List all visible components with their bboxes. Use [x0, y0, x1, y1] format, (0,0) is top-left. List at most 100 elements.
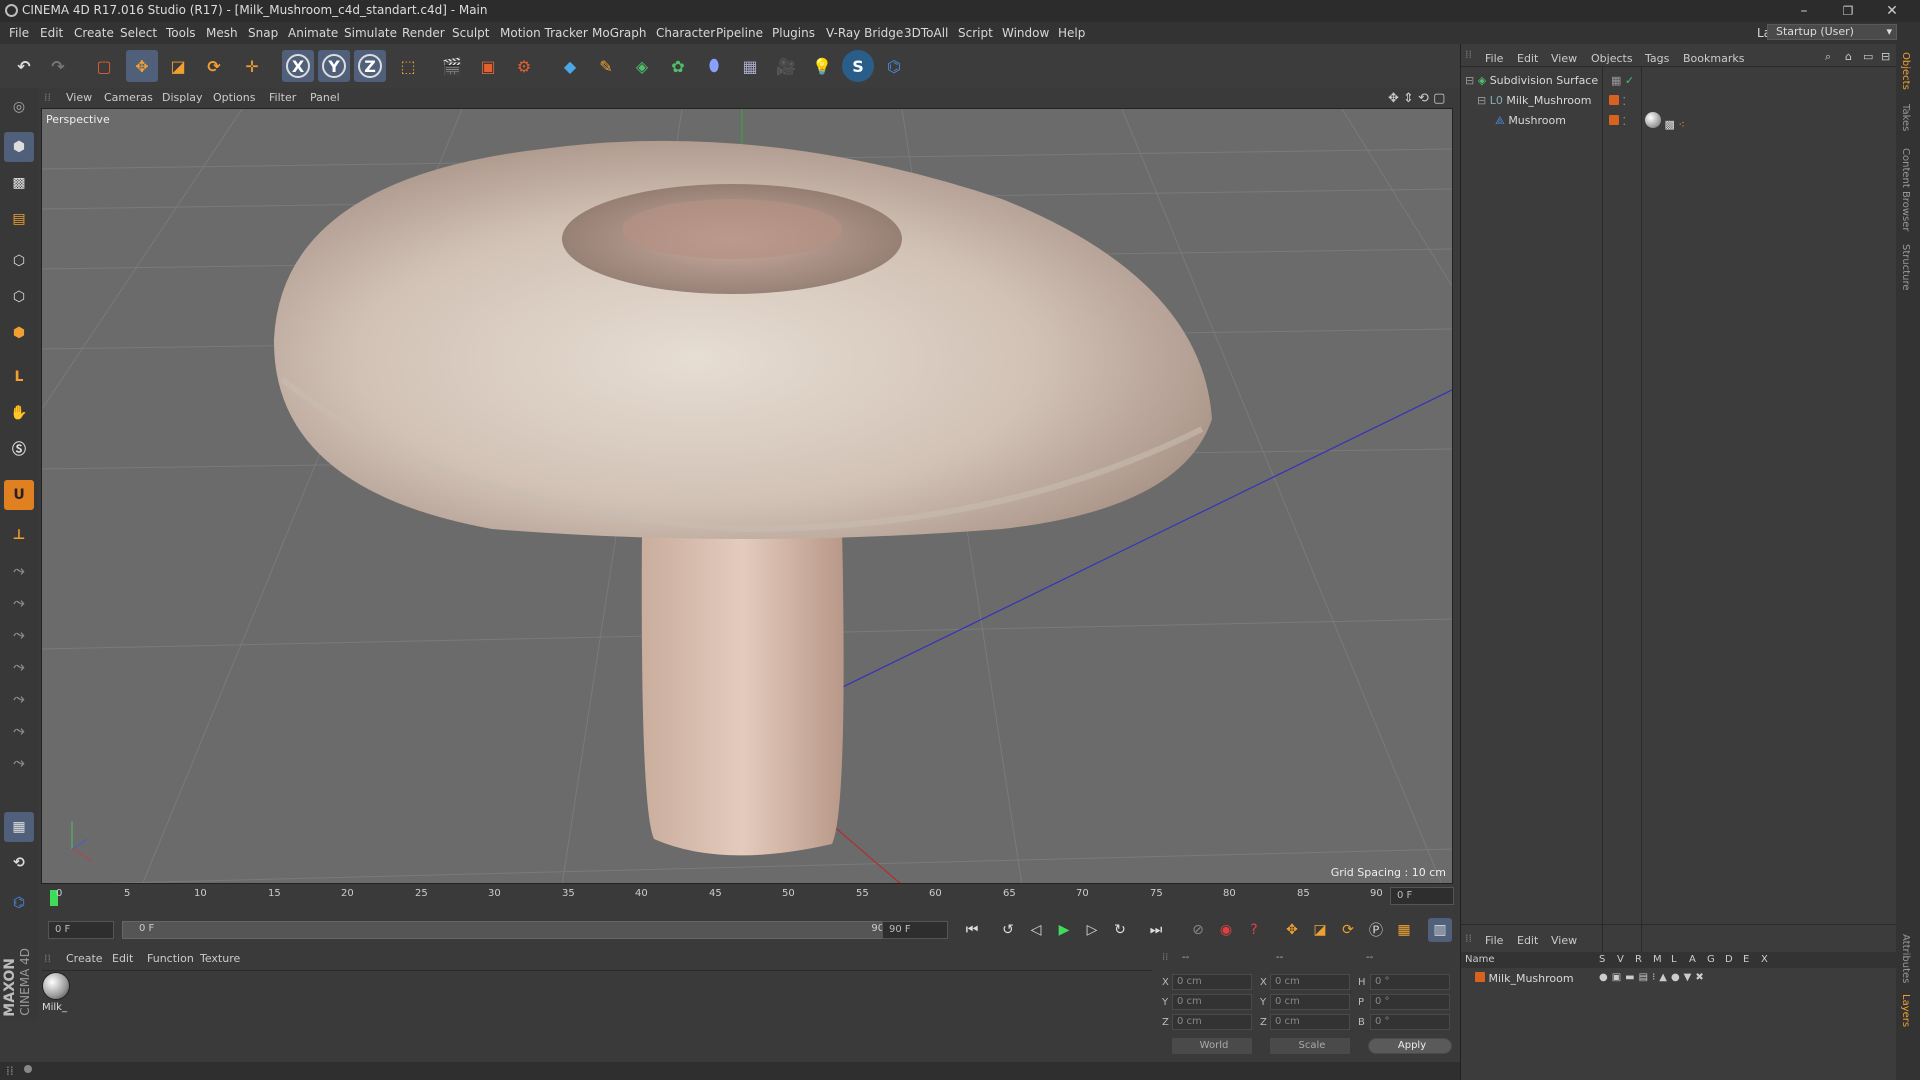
menu-sculpt[interactable]: Sculpt	[452, 26, 489, 40]
minimize-button[interactable]: –	[1782, 0, 1826, 22]
expand-icon[interactable]: ▭	[1863, 50, 1873, 63]
tab-attributes[interactable]: Attributes	[1900, 934, 1911, 983]
layout-dropdown[interactable]: Startup (User) ▾	[1767, 24, 1897, 40]
material-menu-texture[interactable]: Texture	[200, 952, 240, 965]
previous-frame-icon[interactable]: ◁	[1024, 918, 1048, 942]
menu-vray-bridge[interactable]: V-Ray Bridge	[826, 26, 903, 40]
rot-b-field[interactable]: 0 °	[1370, 1014, 1450, 1030]
home-icon[interactable]: ⌂	[1845, 50, 1852, 63]
viewport-menu-cameras[interactable]: Cameras	[104, 91, 153, 104]
rotate-tool-icon[interactable]: ⟳	[198, 50, 230, 82]
key-scale-icon[interactable]: ◪	[1308, 918, 1332, 942]
make-editable-icon[interactable]: ◎	[4, 92, 34, 122]
sculpt-tool-4-icon[interactable]: ⤳	[4, 652, 34, 682]
viewport-nav-icons[interactable]: ✥ ⇕ ⟲ ▢	[1388, 91, 1445, 106]
menu-render[interactable]: Render	[402, 26, 445, 40]
size-z-field[interactable]: 0 cm	[1270, 1014, 1350, 1030]
rot-p-field[interactable]: 0 °	[1370, 994, 1450, 1010]
menu-file[interactable]: File	[9, 26, 29, 40]
deformer-icon[interactable]: ⬮	[698, 50, 730, 82]
material-menu-edit[interactable]: Edit	[112, 952, 133, 965]
pos-y-field[interactable]: 0 cm	[1172, 994, 1252, 1010]
size-y-field[interactable]: 0 cm	[1270, 994, 1350, 1010]
vray-icon[interactable]: S	[842, 50, 874, 82]
rot-h-field[interactable]: 0 °	[1370, 974, 1450, 990]
menu-create[interactable]: Create	[74, 26, 114, 40]
transform-tool-icon[interactable]: ✛	[236, 50, 268, 82]
light-icon[interactable]: 💡	[806, 50, 838, 82]
material-tag-icon[interactable]	[1645, 112, 1661, 128]
object-layer-tag[interactable]: ⁚	[1609, 95, 1626, 108]
points-mode-icon[interactable]: ⬡	[4, 246, 34, 276]
menu-plugins[interactable]: Plugins	[772, 26, 815, 40]
pos-x-field[interactable]: 0 cm	[1172, 974, 1252, 990]
magnet-icon[interactable]: U	[4, 480, 34, 510]
apply-button[interactable]: Apply	[1368, 1038, 1452, 1054]
edges-mode-icon[interactable]: ⬡	[4, 282, 34, 312]
tab-content-browser[interactable]: Content Browser	[1900, 148, 1911, 231]
menu-tools[interactable]: Tools	[166, 26, 196, 40]
menu-select[interactable]: Select	[120, 26, 157, 40]
coordinate-system-icon[interactable]: ⬚	[392, 50, 424, 82]
menu-help[interactable]: Help	[1058, 26, 1085, 40]
key-pla-icon[interactable]: ▦	[1392, 918, 1416, 942]
om-menu-bookmarks[interactable]: Bookmarks	[1683, 52, 1744, 65]
record-keys-icon[interactable]: ⊘	[1186, 918, 1210, 942]
live-selection-icon[interactable]: ▢	[88, 50, 120, 82]
sculpt-tool-5-icon[interactable]: ⤳	[4, 684, 34, 714]
object-tags[interactable]: ▩ ⁖	[1645, 112, 1685, 131]
keyframe-selection-icon[interactable]: ?	[1242, 918, 1266, 942]
viewport-menu-options[interactable]: Options	[213, 91, 255, 104]
material-menu-create[interactable]: Create	[66, 952, 103, 965]
cube-primitive-icon[interactable]: ◆	[554, 50, 586, 82]
next-frame-icon[interactable]: ▷	[1080, 918, 1104, 942]
play-icon[interactable]: ▶	[1052, 918, 1076, 942]
object-row-mushroom[interactable]: ⟁ Mushroom	[1495, 114, 1566, 128]
perspective-viewport[interactable]: Perspective Grid Spacing : 10 cm	[41, 108, 1453, 884]
close-button[interactable]: ✕	[1870, 0, 1914, 22]
lm-menu-edit[interactable]: Edit	[1517, 934, 1538, 947]
render-picture-viewer-icon[interactable]: ▣	[472, 50, 504, 82]
sculpt-tool-1-icon[interactable]: ⤳	[4, 556, 34, 586]
object-row-milk-mushroom[interactable]: ⊟ L0 Milk_Mushroom	[1477, 94, 1591, 107]
lm-menu-view[interactable]: View	[1551, 934, 1577, 947]
sculpt-tool-3-icon[interactable]: ⤳	[4, 620, 34, 650]
restore-button[interactable]: ❐	[1826, 0, 1870, 22]
key-param-icon[interactable]: Ⓟ	[1364, 918, 1388, 942]
frame-range-slider[interactable]: 0 F 90 F	[122, 921, 910, 939]
om-menu-view[interactable]: View	[1551, 52, 1577, 65]
om-menu-objects[interactable]: Objects	[1591, 52, 1633, 65]
grid-lock-icon[interactable]: ▦	[4, 812, 34, 842]
timeline-window-icon[interactable]: ▥	[1428, 918, 1452, 942]
python-icon[interactable]: ⌬	[878, 50, 910, 82]
sculpt-tool-2-icon[interactable]: ⤳	[4, 588, 34, 618]
om-menu-file[interactable]: File	[1485, 52, 1503, 65]
mushroom-model[interactable]	[273, 140, 1212, 856]
pos-z-field[interactable]: 0 cm	[1172, 1014, 1252, 1030]
object-row-subdivision[interactable]: ⊟ ◈ Subdivision Surface	[1465, 74, 1598, 87]
go-to-start-icon[interactable]: ⏮	[960, 918, 984, 942]
x-axis-lock-button[interactable]: X	[282, 50, 314, 82]
world-dropdown[interactable]: World	[1172, 1038, 1252, 1054]
redo-icon[interactable]: ↷	[42, 50, 74, 82]
y-axis-lock-button[interactable]: Y	[318, 50, 350, 82]
menu-mograph[interactable]: MoGraph	[592, 26, 647, 40]
tab-structure[interactable]: Structure	[1900, 244, 1911, 291]
subdivision-surface-icon[interactable]: ◈	[626, 50, 658, 82]
uvw-tag-icon[interactable]: ▩	[1665, 118, 1675, 131]
layer-row[interactable]: Milk_Mushroom	[1475, 972, 1574, 985]
menu-edit[interactable]: Edit	[40, 26, 63, 40]
floor-scene-icon[interactable]: ▦	[734, 50, 766, 82]
material-swatch[interactable]: Milk_	[42, 972, 74, 1022]
size-x-field[interactable]: 0 cm	[1270, 974, 1350, 990]
tab-objects[interactable]: Objects	[1900, 52, 1911, 90]
menu-window[interactable]: Window	[1002, 26, 1049, 40]
menu-motion-tracker[interactable]: Motion Tracker	[500, 26, 588, 40]
mograph-cloner-icon[interactable]: ✿	[662, 50, 694, 82]
undo-icon[interactable]: ↶	[8, 50, 40, 82]
menu-character[interactable]: Character	[656, 26, 715, 40]
key-rotation-icon[interactable]: ⟳	[1336, 918, 1360, 942]
viewport-menu-view[interactable]: View	[66, 91, 92, 104]
next-key-icon[interactable]: ↻	[1108, 918, 1132, 942]
viewport-menu-panel[interactable]: Panel	[310, 91, 340, 104]
